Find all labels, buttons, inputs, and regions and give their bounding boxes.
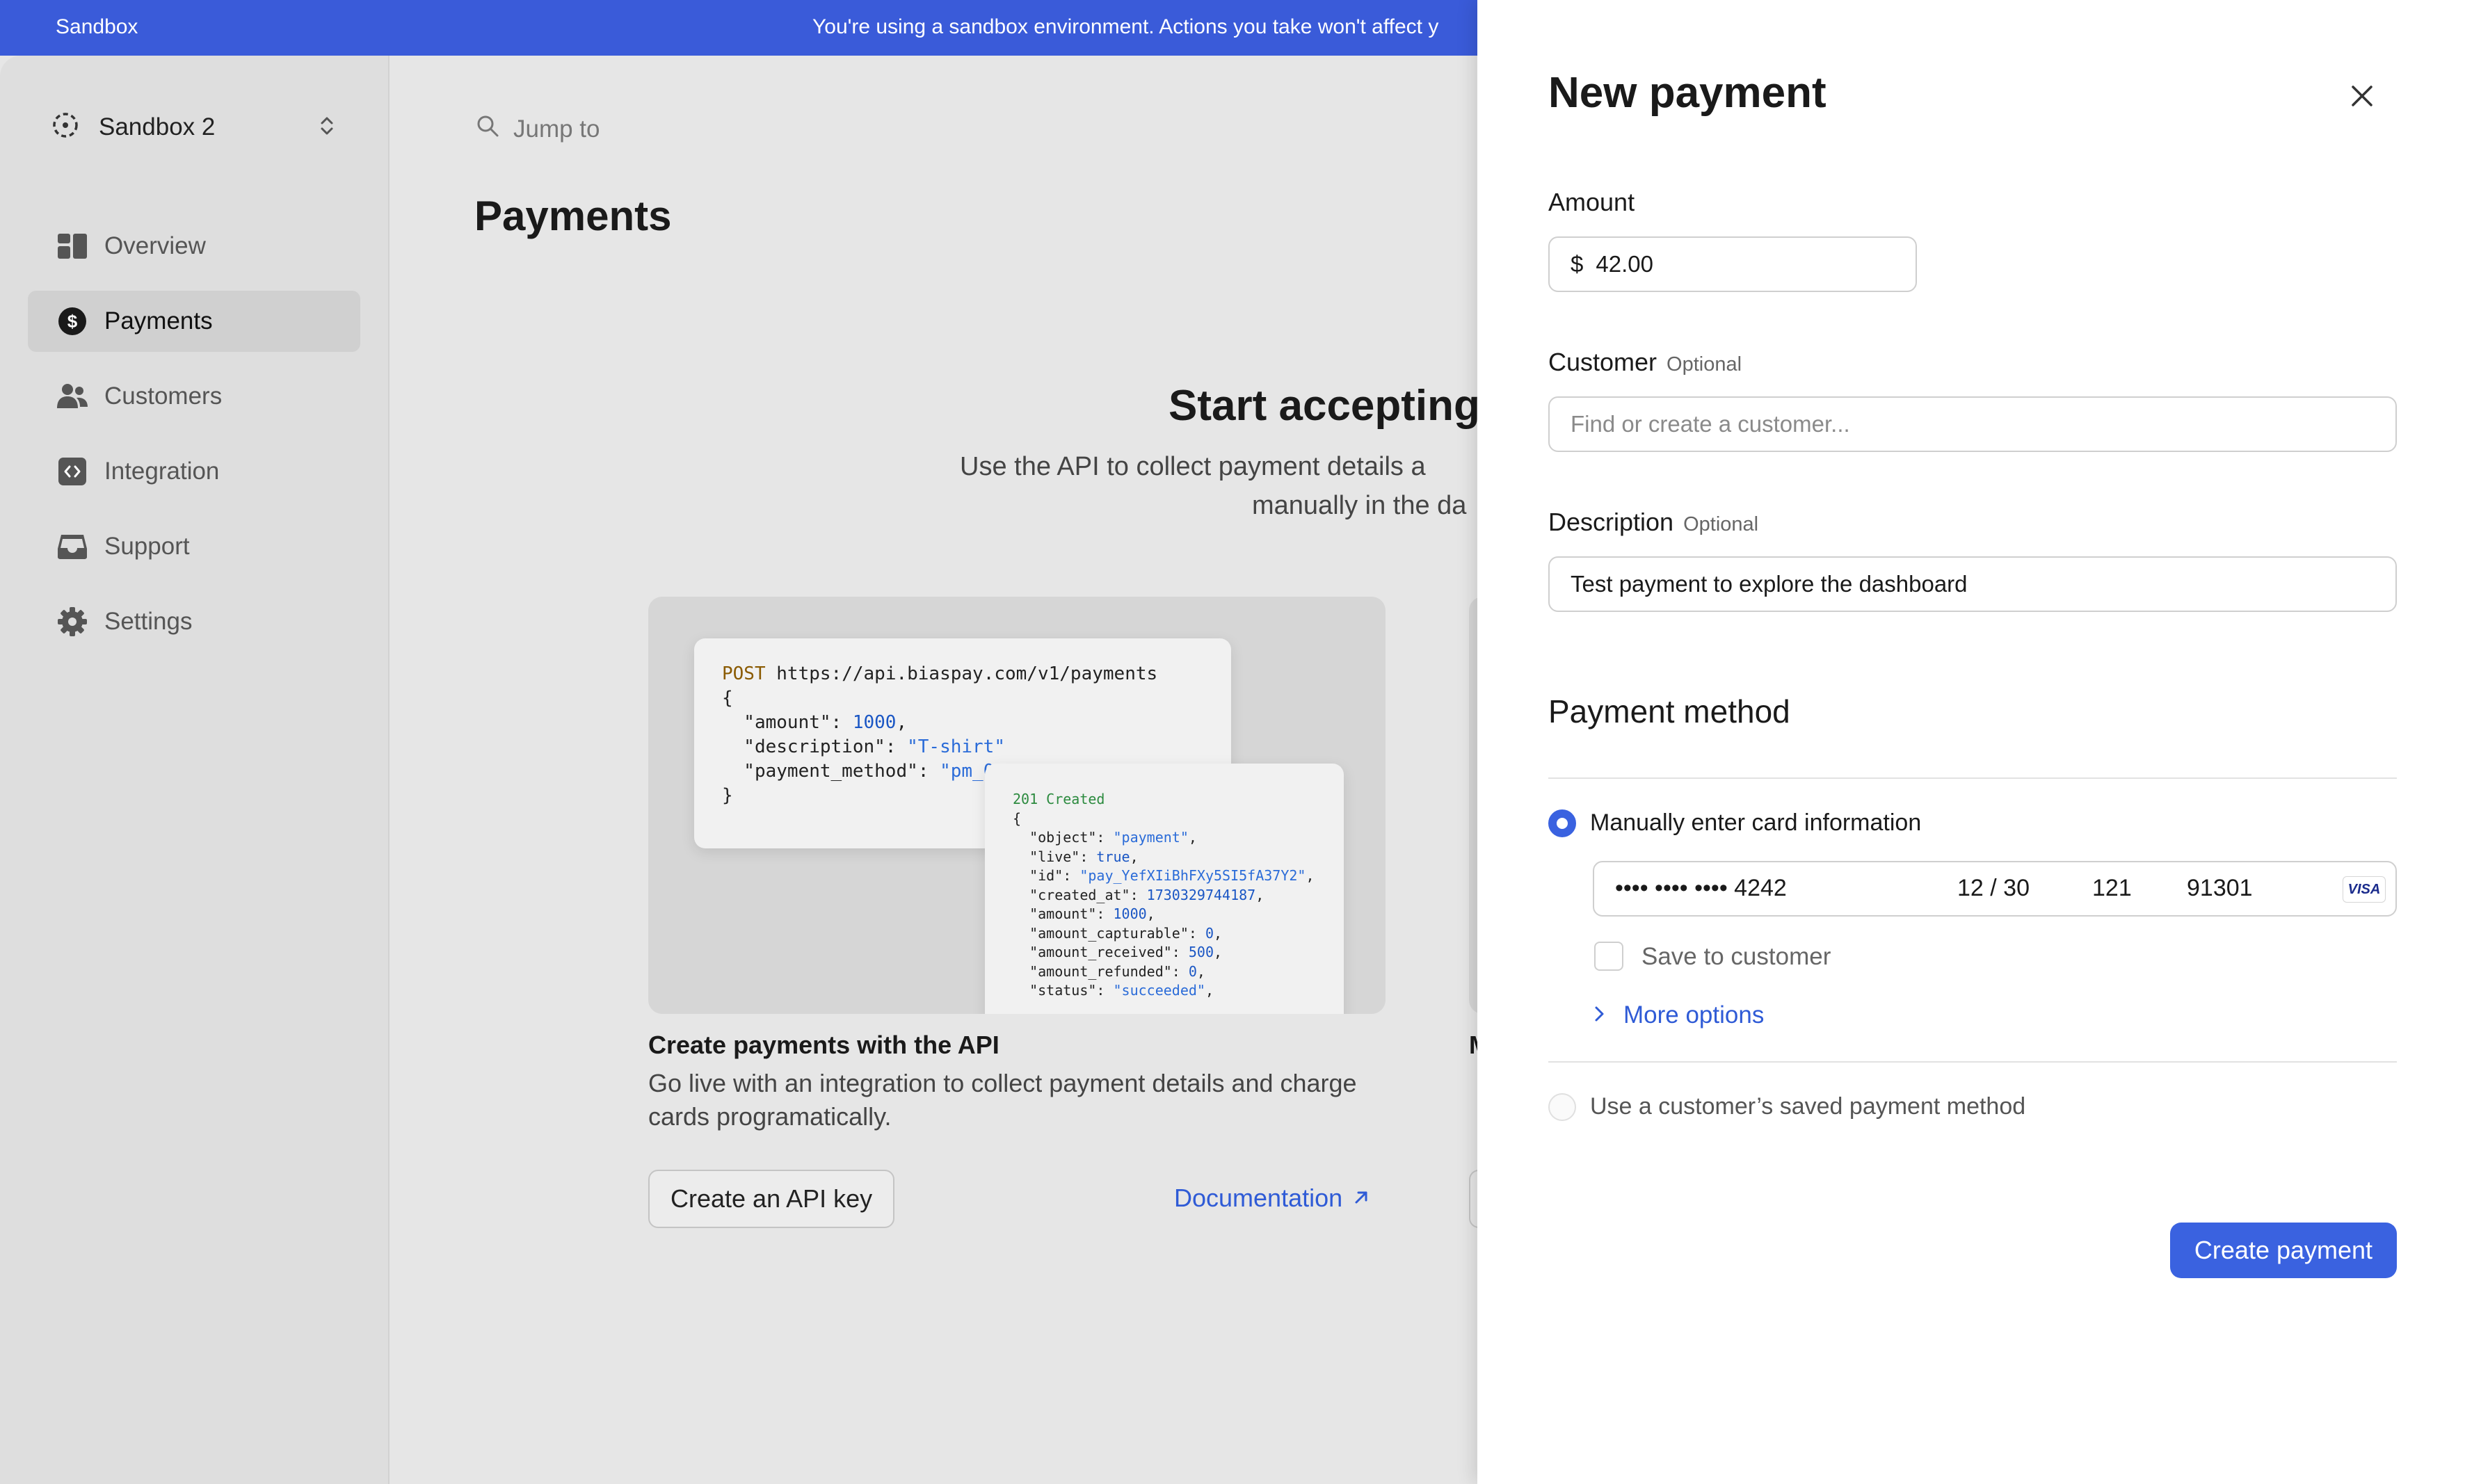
hero-title: Start accepting (1169, 382, 1480, 430)
card-expiry[interactable]: 12 / 30 (1957, 875, 2030, 902)
customer-search-input[interactable]: Find or create a customer... (1548, 396, 2397, 452)
response-code-snippet: 201 Created { "object": "payment", "live… (985, 764, 1344, 1014)
account-icon (50, 110, 81, 144)
sidebar-item-label: Integration (104, 458, 220, 485)
sidebar-item-support[interactable]: Support (28, 516, 360, 577)
currency-symbol: $ (1571, 251, 1584, 277)
sandbox-message: You're using a sandbox environment. Acti… (812, 15, 1439, 38)
sandbox-label: Sandbox (56, 15, 138, 38)
chevron-right-icon (1594, 1001, 1605, 1029)
payment-method-title: Payment method (1548, 693, 1790, 729)
jump-to-search[interactable]: Jump to (476, 114, 600, 144)
inbox-icon (57, 531, 88, 562)
customer-label: Customer Optional (1548, 348, 1742, 377)
dollar-icon: $ (57, 306, 88, 337)
more-options-label: More options (1623, 1001, 1765, 1029)
amount-label: Amount (1548, 188, 1635, 216)
optional-tag: Optional (1683, 513, 1759, 535)
save-to-customer-label: Save to customer (1641, 943, 1831, 970)
card-cvc[interactable]: 121 (2092, 875, 2132, 902)
account-name: Sandbox 2 (99, 113, 216, 140)
create-api-key-button[interactable]: Create an API key (648, 1170, 895, 1228)
card-number[interactable]: •••• •••• •••• 4242 (1615, 875, 1787, 902)
saved-method-radio[interactable] (1548, 1093, 1576, 1121)
sidebar-item-customers[interactable]: Customers (28, 366, 360, 427)
sidebar-item-label: Settings (104, 608, 193, 635)
api-card-description: Go live with an integration to collect p… (648, 1069, 1357, 1131)
sidebar-item-integration[interactable]: Integration (28, 441, 360, 502)
manual-card-radio[interactable] (1548, 809, 1576, 837)
hero-subtitle-line2: manually in the da (1252, 491, 1467, 520)
users-icon (57, 381, 88, 412)
close-button[interactable] (2343, 78, 2382, 117)
sidebar-item-label: Payments (104, 307, 213, 334)
gear-icon (57, 606, 88, 637)
visa-icon: VISA (2343, 876, 2386, 903)
close-icon (2350, 84, 2374, 111)
optional-tag: Optional (1667, 353, 1742, 376)
saved-method-label: Use a customer’s saved payment method (1590, 1093, 2026, 1120)
sidebar-item-label: Customers (104, 382, 223, 410)
manual-card-label: Manually enter card information (1590, 809, 1922, 836)
amount-value: 42.00 (1596, 251, 1653, 277)
code-icon (57, 456, 88, 487)
sidebar-item-label: Overview (104, 232, 206, 259)
sidebar-item-payments[interactable]: $ Payments (28, 291, 360, 352)
search-placeholder: Jump to (513, 115, 600, 143)
description-label-text: Description (1548, 508, 1674, 536)
divider (1548, 777, 2397, 779)
account-switcher[interactable]: Sandbox 2 (50, 110, 215, 144)
sidebar-item-overview[interactable]: Overview (28, 216, 360, 277)
drawer-title: New payment (1548, 69, 1826, 117)
create-payment-button[interactable]: Create payment (2170, 1223, 2397, 1278)
save-to-customer-checkbox[interactable] (1594, 942, 1623, 971)
card-zip[interactable]: 91301 (2187, 875, 2253, 902)
hero-subtitle-line1: Use the API to collect payment details a (960, 452, 1426, 481)
app-root: Sandbox You're using a sandbox environme… (0, 0, 2465, 1484)
new-payment-drawer: New payment Amount $ 42.00 Customer Optio… (1477, 0, 2465, 1484)
documentation-link[interactable]: Documentation (1174, 1184, 1370, 1213)
chevron-up-down-icon[interactable] (316, 114, 338, 141)
sidebar-item-label: Support (104, 533, 190, 560)
api-illustration: POST https://api.biaspay.com/v1/payments… (648, 597, 1386, 1014)
svg-text:$: $ (67, 311, 78, 332)
amount-input[interactable]: $ 42.00 (1548, 236, 1917, 292)
divider (1548, 1061, 2397, 1063)
search-icon (476, 114, 499, 144)
more-options-toggle[interactable]: More options (1594, 1001, 1764, 1029)
description-label: Description Optional (1548, 508, 1758, 537)
api-card-title: Create payments with the API (648, 1031, 999, 1059)
card-details-input[interactable]: •••• •••• •••• 4242 12 / 30 121 91301 VI… (1593, 861, 2397, 917)
arrow-up-right-icon (1352, 1184, 1370, 1213)
description-input[interactable]: Test payment to explore the dashboard (1548, 556, 2397, 612)
sidebar-item-settings[interactable]: Settings (28, 591, 360, 652)
overview-icon (57, 231, 88, 261)
page-title: Payments (474, 193, 672, 239)
sidebar: Sandbox 2 Overview $ Payments Customers … (0, 56, 390, 1484)
documentation-link-label: Documentation (1174, 1184, 1343, 1212)
customer-label-text: Customer (1548, 348, 1657, 376)
